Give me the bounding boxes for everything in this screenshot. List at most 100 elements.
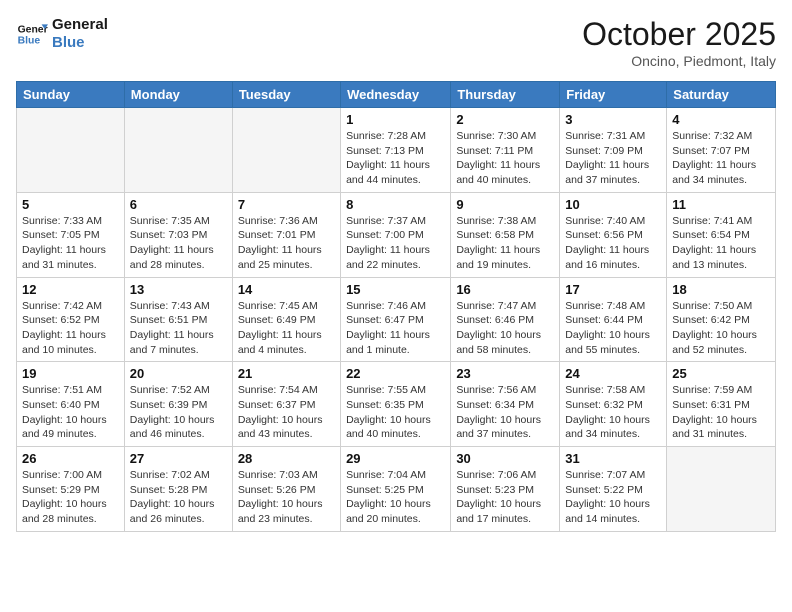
- day-number: 13: [130, 282, 227, 297]
- calendar-cell: 23Sunrise: 7:56 AMSunset: 6:34 PMDayligh…: [451, 362, 560, 447]
- calendar-cell: 6Sunrise: 7:35 AMSunset: 7:03 PMDaylight…: [124, 192, 232, 277]
- day-number: 26: [22, 451, 119, 466]
- calendar-week-row: 26 Sunrise: 7:00 AMSunset: 5:29 PMDayligh…: [17, 447, 776, 532]
- calendar-cell: 29 Sunrise: 7:04 AMSunset: 5:25 PMDayligh…: [341, 447, 451, 532]
- day-number: 18: [672, 282, 770, 297]
- calendar-cell: 11 Sunrise: 7:41 AMSunset: 6:54 PMDayligh…: [667, 192, 776, 277]
- calendar-cell: 2Sunrise: 7:30 AMSunset: 7:11 PMDaylight…: [451, 108, 560, 193]
- day-info: Sunrise: 7:33 AMSunset: 7:05 PMDaylight:…: [22, 214, 119, 273]
- day-info: Sunrise: 7:32 AMSunset: 7:07 PMDaylight:…: [672, 129, 770, 188]
- calendar-cell: 10Sunrise: 7:40 AMSunset: 6:56 PMDayligh…: [560, 192, 667, 277]
- day-info: Sunrise: 7:37 AMSunset: 7:00 PMDaylight:…: [346, 214, 445, 273]
- weekday-header: Saturday: [667, 82, 776, 108]
- calendar-cell: 30 Sunrise: 7:06 AMSunset: 5:23 PMDayligh…: [451, 447, 560, 532]
- day-info: Sunrise: 7:42 AMSunset: 6:52 PMDaylight:…: [22, 299, 119, 358]
- day-number: 6: [130, 197, 227, 212]
- day-info: Sunrise: 7:58 AMSunset: 6:32 PMDaylight:…: [565, 383, 661, 442]
- calendar-cell: 14 Sunrise: 7:45 AMSunset: 6:49 PMDayligh…: [232, 277, 340, 362]
- day-number: 24: [565, 366, 661, 381]
- calendar-cell: 9 Sunrise: 7:38 AMSunset: 6:58 PMDaylight…: [451, 192, 560, 277]
- day-info: Sunrise: 7:41 AMSunset: 6:54 PMDaylight:…: [672, 214, 770, 273]
- day-info: Sunrise: 7:59 AMSunset: 6:31 PMDaylight:…: [672, 383, 770, 442]
- day-info: Sunrise: 7:47 AMSunset: 6:46 PMDaylight:…: [456, 299, 554, 358]
- location-subtitle: Oncino, Piedmont, Italy: [582, 53, 776, 69]
- day-number: 21: [238, 366, 335, 381]
- day-info: Sunrise: 7:55 AMSunset: 6:35 PMDaylight:…: [346, 383, 445, 442]
- calendar-cell: 22 Sunrise: 7:55 AMSunset: 6:35 PMDayligh…: [341, 362, 451, 447]
- calendar-cell: [17, 108, 125, 193]
- month-title: October 2025: [582, 16, 776, 53]
- calendar-cell: 1Sunrise: 7:28 AMSunset: 7:13 PMDaylight…: [341, 108, 451, 193]
- calendar-cell: 17 Sunrise: 7:48 AMSunset: 6:44 PMDayligh…: [560, 277, 667, 362]
- day-info: Sunrise: 7:46 AMSunset: 6:47 PMDaylight:…: [346, 299, 445, 358]
- calendar-cell: 12 Sunrise: 7:42 AMSunset: 6:52 PMDayligh…: [17, 277, 125, 362]
- day-info: Sunrise: 7:52 AMSunset: 6:39 PMDaylight:…: [130, 383, 227, 442]
- page-header: General Blue General Blue October 2025 O…: [16, 16, 776, 69]
- calendar-cell: [667, 447, 776, 532]
- day-number: 27: [130, 451, 227, 466]
- day-info: Sunrise: 7:04 AMSunset: 5:25 PMDaylight:…: [346, 468, 445, 527]
- calendar-cell: 26 Sunrise: 7:00 AMSunset: 5:29 PMDayligh…: [17, 447, 125, 532]
- weekday-header: Monday: [124, 82, 232, 108]
- svg-text:Blue: Blue: [18, 36, 41, 47]
- day-number: 29: [346, 451, 445, 466]
- day-number: 1: [346, 112, 445, 127]
- day-number: 8: [346, 197, 445, 212]
- calendar-cell: 7Sunrise: 7:36 AMSunset: 7:01 PMDaylight…: [232, 192, 340, 277]
- day-info: Sunrise: 7:45 AMSunset: 6:49 PMDaylight:…: [238, 299, 335, 358]
- calendar-cell: 27 Sunrise: 7:02 AMSunset: 5:28 PMDayligh…: [124, 447, 232, 532]
- day-info: Sunrise: 7:38 AMSunset: 6:58 PMDaylight:…: [456, 214, 554, 273]
- calendar-cell: 16 Sunrise: 7:47 AMSunset: 6:46 PMDayligh…: [451, 277, 560, 362]
- logo-blue: Blue: [52, 34, 108, 52]
- calendar-cell: 13 Sunrise: 7:43 AMSunset: 6:51 PMDayligh…: [124, 277, 232, 362]
- day-number: 4: [672, 112, 770, 127]
- weekday-header: Tuesday: [232, 82, 340, 108]
- day-number: 17: [565, 282, 661, 297]
- day-number: 5: [22, 197, 119, 212]
- day-number: 28: [238, 451, 335, 466]
- calendar-cell: 15 Sunrise: 7:46 AMSunset: 6:47 PMDayligh…: [341, 277, 451, 362]
- day-number: 15: [346, 282, 445, 297]
- day-number: 30: [456, 451, 554, 466]
- calendar-cell: 5 Sunrise: 7:33 AMSunset: 7:05 PMDaylight…: [17, 192, 125, 277]
- calendar-cell: [124, 108, 232, 193]
- calendar-cell: 8 Sunrise: 7:37 AMSunset: 7:00 PMDaylight…: [341, 192, 451, 277]
- day-info: Sunrise: 7:50 AMSunset: 6:42 PMDaylight:…: [672, 299, 770, 358]
- day-number: 22: [346, 366, 445, 381]
- day-info: Sunrise: 7:48 AMSunset: 6:44 PMDaylight:…: [565, 299, 661, 358]
- calendar-week-row: 19 Sunrise: 7:51 AMSunset: 6:40 PMDayligh…: [17, 362, 776, 447]
- weekday-header: Thursday: [451, 82, 560, 108]
- day-info: Sunrise: 7:54 AMSunset: 6:37 PMDaylight:…: [238, 383, 335, 442]
- day-info: Sunrise: 7:43 AMSunset: 6:51 PMDaylight:…: [130, 299, 227, 358]
- day-info: Sunrise: 7:00 AMSunset: 5:29 PMDaylight:…: [22, 468, 119, 527]
- day-number: 10: [565, 197, 661, 212]
- calendar-cell: 25 Sunrise: 7:59 AMSunset: 6:31 PMDayligh…: [667, 362, 776, 447]
- calendar-cell: [232, 108, 340, 193]
- weekday-header: Friday: [560, 82, 667, 108]
- day-number: 11: [672, 197, 770, 212]
- day-number: 14: [238, 282, 335, 297]
- day-info: Sunrise: 7:51 AMSunset: 6:40 PMDaylight:…: [22, 383, 119, 442]
- day-number: 3: [565, 112, 661, 127]
- day-number: 16: [456, 282, 554, 297]
- day-number: 7: [238, 197, 335, 212]
- day-info: Sunrise: 7:02 AMSunset: 5:28 PMDaylight:…: [130, 468, 227, 527]
- day-number: 20: [130, 366, 227, 381]
- calendar-cell: 31 Sunrise: 7:07 AMSunset: 5:22 PMDayligh…: [560, 447, 667, 532]
- weekday-header: Sunday: [17, 82, 125, 108]
- day-info: Sunrise: 7:56 AMSunset: 6:34 PMDaylight:…: [456, 383, 554, 442]
- calendar-week-row: 1Sunrise: 7:28 AMSunset: 7:13 PMDaylight…: [17, 108, 776, 193]
- day-number: 19: [22, 366, 119, 381]
- weekday-header: Wednesday: [341, 82, 451, 108]
- day-number: 9: [456, 197, 554, 212]
- day-info: Sunrise: 7:03 AMSunset: 5:26 PMDaylight:…: [238, 468, 335, 527]
- day-number: 12: [22, 282, 119, 297]
- calendar-cell: 18 Sunrise: 7:50 AMSunset: 6:42 PMDayligh…: [667, 277, 776, 362]
- day-number: 25: [672, 366, 770, 381]
- calendar-cell: 3Sunrise: 7:31 AMSunset: 7:09 PMDaylight…: [560, 108, 667, 193]
- day-info: Sunrise: 7:07 AMSunset: 5:22 PMDaylight:…: [565, 468, 661, 527]
- calendar-week-row: 12 Sunrise: 7:42 AMSunset: 6:52 PMDayligh…: [17, 277, 776, 362]
- day-info: Sunrise: 7:06 AMSunset: 5:23 PMDaylight:…: [456, 468, 554, 527]
- logo: General Blue General Blue: [16, 16, 108, 52]
- day-number: 31: [565, 451, 661, 466]
